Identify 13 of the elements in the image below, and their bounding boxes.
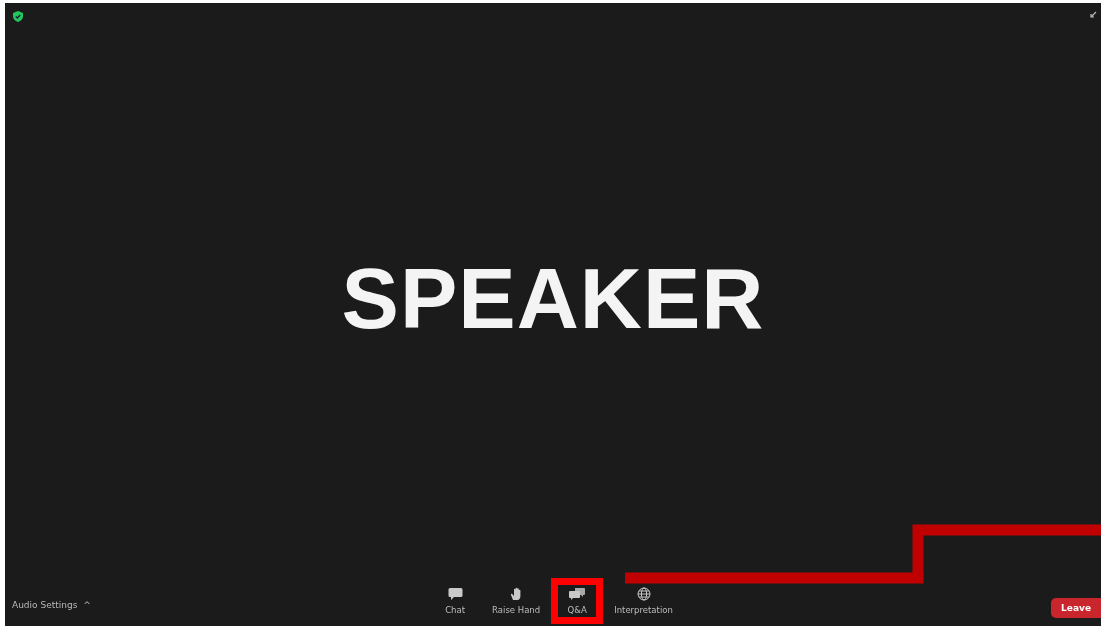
- qa-button[interactable]: Q&A: [551, 578, 604, 624]
- chat-button[interactable]: Chat: [429, 578, 482, 624]
- hand-button[interactable]: Raise Hand: [481, 578, 552, 624]
- shield-check-icon: [13, 11, 23, 22]
- audio-settings-button[interactable]: Audio Settings ^: [12, 592, 91, 610]
- speaker-label: SPEAKER: [341, 249, 765, 348]
- leave-button[interactable]: Leave: [1051, 598, 1101, 618]
- minimize-icon[interactable]: [1090, 11, 1097, 18]
- speech-bubble-icon: [447, 587, 463, 601]
- globe-button[interactable]: Interpretation: [603, 578, 684, 624]
- speech-bubbles-icon: [568, 587, 587, 601]
- globe-icon: [636, 587, 651, 601]
- hand-icon: [509, 587, 523, 601]
